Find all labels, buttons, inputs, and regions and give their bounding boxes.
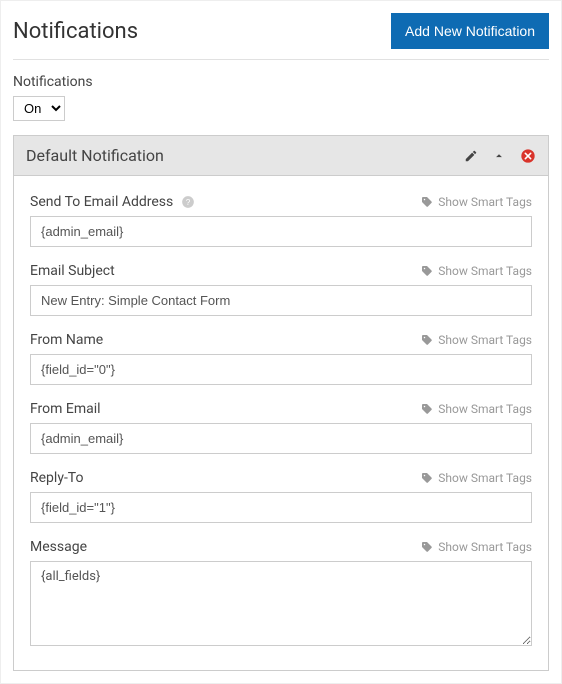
panel-actions: [464, 148, 536, 164]
collapse-icon[interactable]: [492, 149, 506, 163]
show-smart-tags-link[interactable]: Show Smart Tags: [421, 402, 532, 416]
field-send-to: Send To Email Address ? Show Smart Tags: [30, 194, 532, 247]
tag-icon: [421, 472, 433, 484]
panel-body: Send To Email Address ? Show Smart Tags …: [14, 176, 548, 670]
send-to-input[interactable]: [30, 216, 532, 247]
tag-icon: [421, 196, 433, 208]
notifications-toggle-label: Notifications: [13, 74, 549, 90]
field-from-email: From Email Show Smart Tags: [30, 401, 532, 454]
notifications-toggle-section: Notifications On: [13, 74, 549, 121]
panel-title: Default Notification: [26, 146, 464, 165]
show-smart-tags-link[interactable]: Show Smart Tags: [421, 333, 532, 347]
svg-text:?: ?: [186, 198, 191, 207]
from-name-input[interactable]: [30, 354, 532, 385]
message-textarea[interactable]: [30, 561, 532, 646]
subject-label: Email Subject: [30, 263, 115, 279]
panel-header: Default Notification: [14, 136, 548, 176]
reply-to-input[interactable]: [30, 492, 532, 523]
page-header: Notifications Add New Notification: [13, 13, 549, 60]
show-smart-tags-link[interactable]: Show Smart Tags: [421, 540, 532, 554]
page-title: Notifications: [13, 19, 138, 44]
reply-to-label: Reply-To: [30, 470, 83, 486]
from-name-label: From Name: [30, 332, 103, 348]
notifications-settings: Notifications Add New Notification Notif…: [0, 0, 562, 684]
show-smart-tags-link[interactable]: Show Smart Tags: [421, 195, 532, 209]
from-email-input[interactable]: [30, 423, 532, 454]
send-to-label: Send To Email Address: [30, 194, 173, 210]
tag-icon: [421, 334, 433, 346]
add-new-notification-button[interactable]: Add New Notification: [391, 13, 549, 49]
from-email-label: From Email: [30, 401, 101, 417]
edit-icon[interactable]: [464, 149, 478, 163]
subject-input[interactable]: [30, 285, 532, 316]
show-smart-tags-link[interactable]: Show Smart Tags: [421, 264, 532, 278]
message-label: Message: [30, 539, 87, 555]
field-from-name: From Name Show Smart Tags: [30, 332, 532, 385]
tag-icon: [421, 265, 433, 277]
help-icon[interactable]: ?: [181, 195, 195, 209]
field-reply-to: Reply-To Show Smart Tags: [30, 470, 532, 523]
field-message: Message Show Smart Tags: [30, 539, 532, 650]
notification-panel: Default Notification Send To Email Addre…: [13, 135, 549, 671]
delete-icon[interactable]: [520, 148, 536, 164]
field-subject: Email Subject Show Smart Tags: [30, 263, 532, 316]
tag-icon: [421, 403, 433, 415]
tag-icon: [421, 541, 433, 553]
notifications-toggle-select[interactable]: On: [13, 96, 65, 121]
show-smart-tags-link[interactable]: Show Smart Tags: [421, 471, 532, 485]
